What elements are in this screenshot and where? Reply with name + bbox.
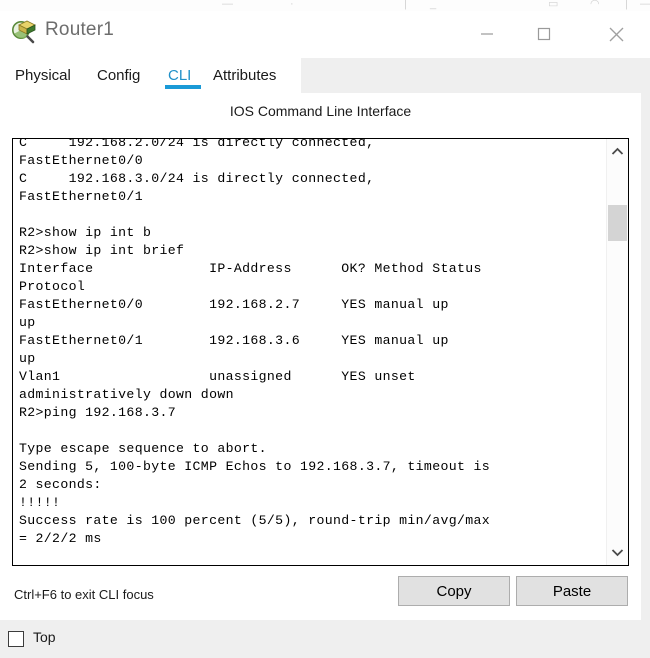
top-checkbox-label: Top — [33, 629, 56, 645]
scroll-down-button[interactable] — [607, 542, 628, 563]
maximize-button[interactable] — [521, 11, 567, 57]
router-magnifier-icon — [10, 18, 38, 46]
window-title: Router1 — [45, 19, 114, 40]
cli-terminal[interactable]: C 192.168.2.0/24 is directly connected, … — [12, 138, 629, 566]
tab-attributes[interactable]: Attributes — [213, 58, 276, 93]
top-checkbox[interactable] — [8, 631, 24, 647]
scrollbar-thumb[interactable] — [608, 205, 627, 241]
tab-active-indicator — [165, 85, 201, 89]
close-icon — [609, 27, 623, 41]
chevron-up-icon — [611, 147, 624, 155]
tab-physical[interactable]: Physical — [15, 58, 71, 93]
tab-config[interactable]: Config — [97, 58, 140, 93]
scroll-up-button[interactable] — [607, 141, 628, 162]
maximize-icon — [537, 27, 551, 41]
minimize-button[interactable] — [464, 11, 510, 57]
bottom-bar: Top — [0, 620, 650, 658]
terminal-scrollbar[interactable] — [606, 139, 628, 565]
panel-heading: IOS Command Line Interface — [229, 103, 412, 119]
cli-focus-hint: Ctrl+F6 to exit CLI focus — [14, 587, 154, 602]
paste-button[interactable]: Paste — [516, 576, 628, 606]
cli-panel: IOS Command Line Interface C 192.168.2.0… — [0, 93, 641, 620]
close-button[interactable] — [593, 11, 639, 57]
copy-button[interactable]: Copy — [398, 576, 510, 606]
minimize-icon — [481, 33, 493, 35]
terminal-output: C 192.168.2.0/24 is directly connected, … — [19, 138, 491, 546]
router-device-window: Router1 Physical Config CLI Attributes I — [0, 11, 650, 658]
chevron-down-icon — [611, 549, 624, 557]
tab-bar: Physical Config CLI Attributes — [0, 58, 650, 93]
title-bar: Router1 — [0, 11, 650, 58]
